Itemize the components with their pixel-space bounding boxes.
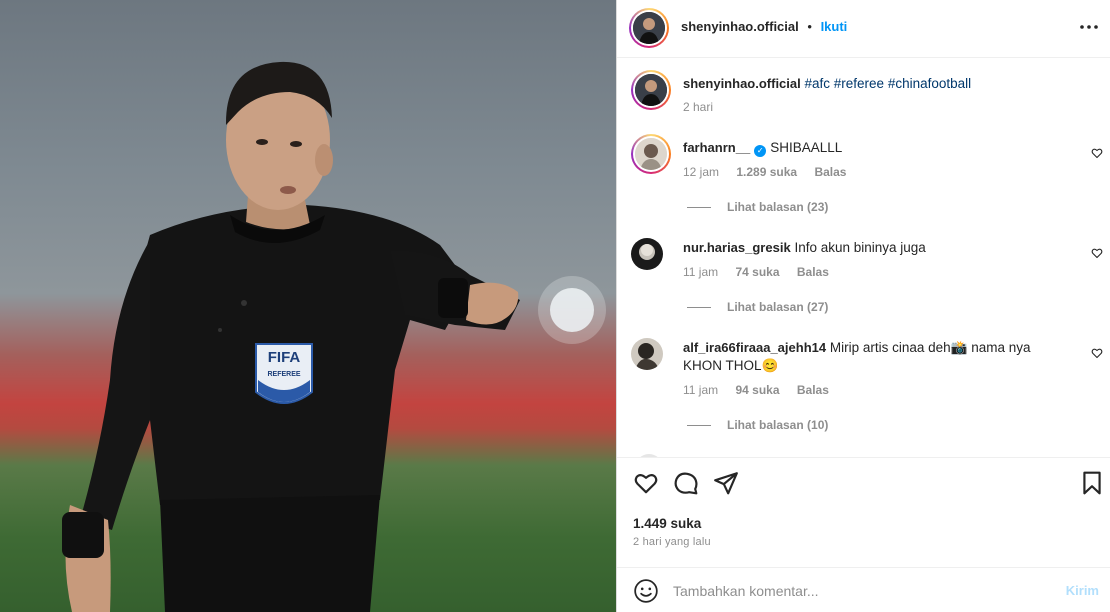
post-header: shenyinhao.official • Ikuti	[617, 0, 1110, 58]
verified-icon: ✓	[754, 145, 767, 157]
next-comment-avatar	[635, 454, 663, 457]
author-avatar-image	[633, 12, 665, 44]
comment-avatar-image	[631, 238, 663, 270]
caption-hashtags[interactable]: #afc #referee #chinafootball	[805, 76, 972, 91]
fifa-badge-line1: FIFA	[267, 349, 301, 366]
comment-avatar[interactable]	[631, 338, 663, 370]
caption-username[interactable]: shenyinhao.official	[683, 76, 801, 91]
small-heart-icon[interactable]	[1091, 347, 1103, 359]
comment-avatar[interactable]	[631, 238, 663, 270]
post-time: 2 hari yang lalu	[633, 536, 711, 548]
comment-username[interactable]: nur.harias_gresik	[683, 240, 791, 255]
view-replies-button[interactable]: Lihat balasan (27)	[687, 300, 828, 314]
comment-likes[interactable]: 74 suka	[735, 265, 779, 279]
caption-avatar[interactable]	[631, 70, 671, 110]
fifa-badge-text: FIFA REFEREE 2022	[256, 350, 312, 390]
heart-icon[interactable]	[633, 470, 659, 496]
comment-avatar[interactable]	[631, 134, 671, 174]
comment-avatar-image	[631, 338, 663, 370]
fifa-badge-line2: REFEREE	[267, 371, 301, 378]
author-avatar[interactable]	[629, 8, 669, 48]
author-username[interactable]: shenyinhao.official	[681, 19, 799, 34]
post-photo[interactable]: FIFA REFEREE 2022	[0, 0, 616, 612]
comments-list[interactable]: shenyinhao.official #afc #referee #china…	[617, 58, 1110, 458]
reply-button[interactable]: Balas	[797, 383, 829, 397]
comment-time: 12 jam	[683, 165, 720, 179]
more-options-icon[interactable]	[1079, 17, 1099, 42]
caption-time: 2 hari	[683, 100, 714, 114]
action-bar	[617, 470, 1110, 502]
fifa-badge-line3: 2022	[278, 384, 290, 390]
like-count[interactable]: 1.449 suka	[633, 516, 701, 531]
comment-likes[interactable]: 94 suka	[735, 383, 779, 397]
comment-avatar-image	[635, 138, 667, 170]
emoji-icon[interactable]	[633, 578, 659, 604]
small-heart-icon[interactable]	[1091, 147, 1103, 159]
follow-button[interactable]: Ikuti	[821, 19, 848, 34]
post-comment-button[interactable]: Kirim	[1066, 583, 1099, 598]
header-separator: •	[807, 19, 812, 34]
save-icon[interactable]	[1079, 470, 1105, 496]
referee-photo	[62, 61, 606, 612]
small-heart-icon[interactable]	[1091, 247, 1103, 259]
post-side-panel: shenyinhao.official • Ikuti shenyinhao.o…	[616, 0, 1110, 612]
add-comment-bar: Kirim	[617, 567, 1110, 612]
comment-input[interactable]	[673, 580, 1043, 602]
caption-avatar-image	[635, 74, 667, 106]
reply-button[interactable]: Balas	[814, 165, 846, 179]
view-replies-button[interactable]: Lihat balasan (10)	[687, 418, 828, 432]
comment-time: 11 jam	[683, 265, 719, 279]
comment-icon[interactable]	[673, 470, 699, 496]
comment-username[interactable]: farhanrn__	[683, 140, 750, 155]
reply-button[interactable]: Balas	[797, 265, 829, 279]
comment-username[interactable]: alf_ira66firaaa_ajehh14	[683, 340, 826, 355]
comment-time: 11 jam	[683, 383, 719, 397]
comment-text: Info akun bininya juga	[794, 240, 926, 255]
share-icon[interactable]	[713, 470, 739, 496]
view-replies-button[interactable]: Lihat balasan (23)	[687, 200, 828, 214]
comment-likes[interactable]: 1.289 suka	[736, 165, 797, 179]
comment-text: SHIBAALLL	[770, 140, 843, 155]
